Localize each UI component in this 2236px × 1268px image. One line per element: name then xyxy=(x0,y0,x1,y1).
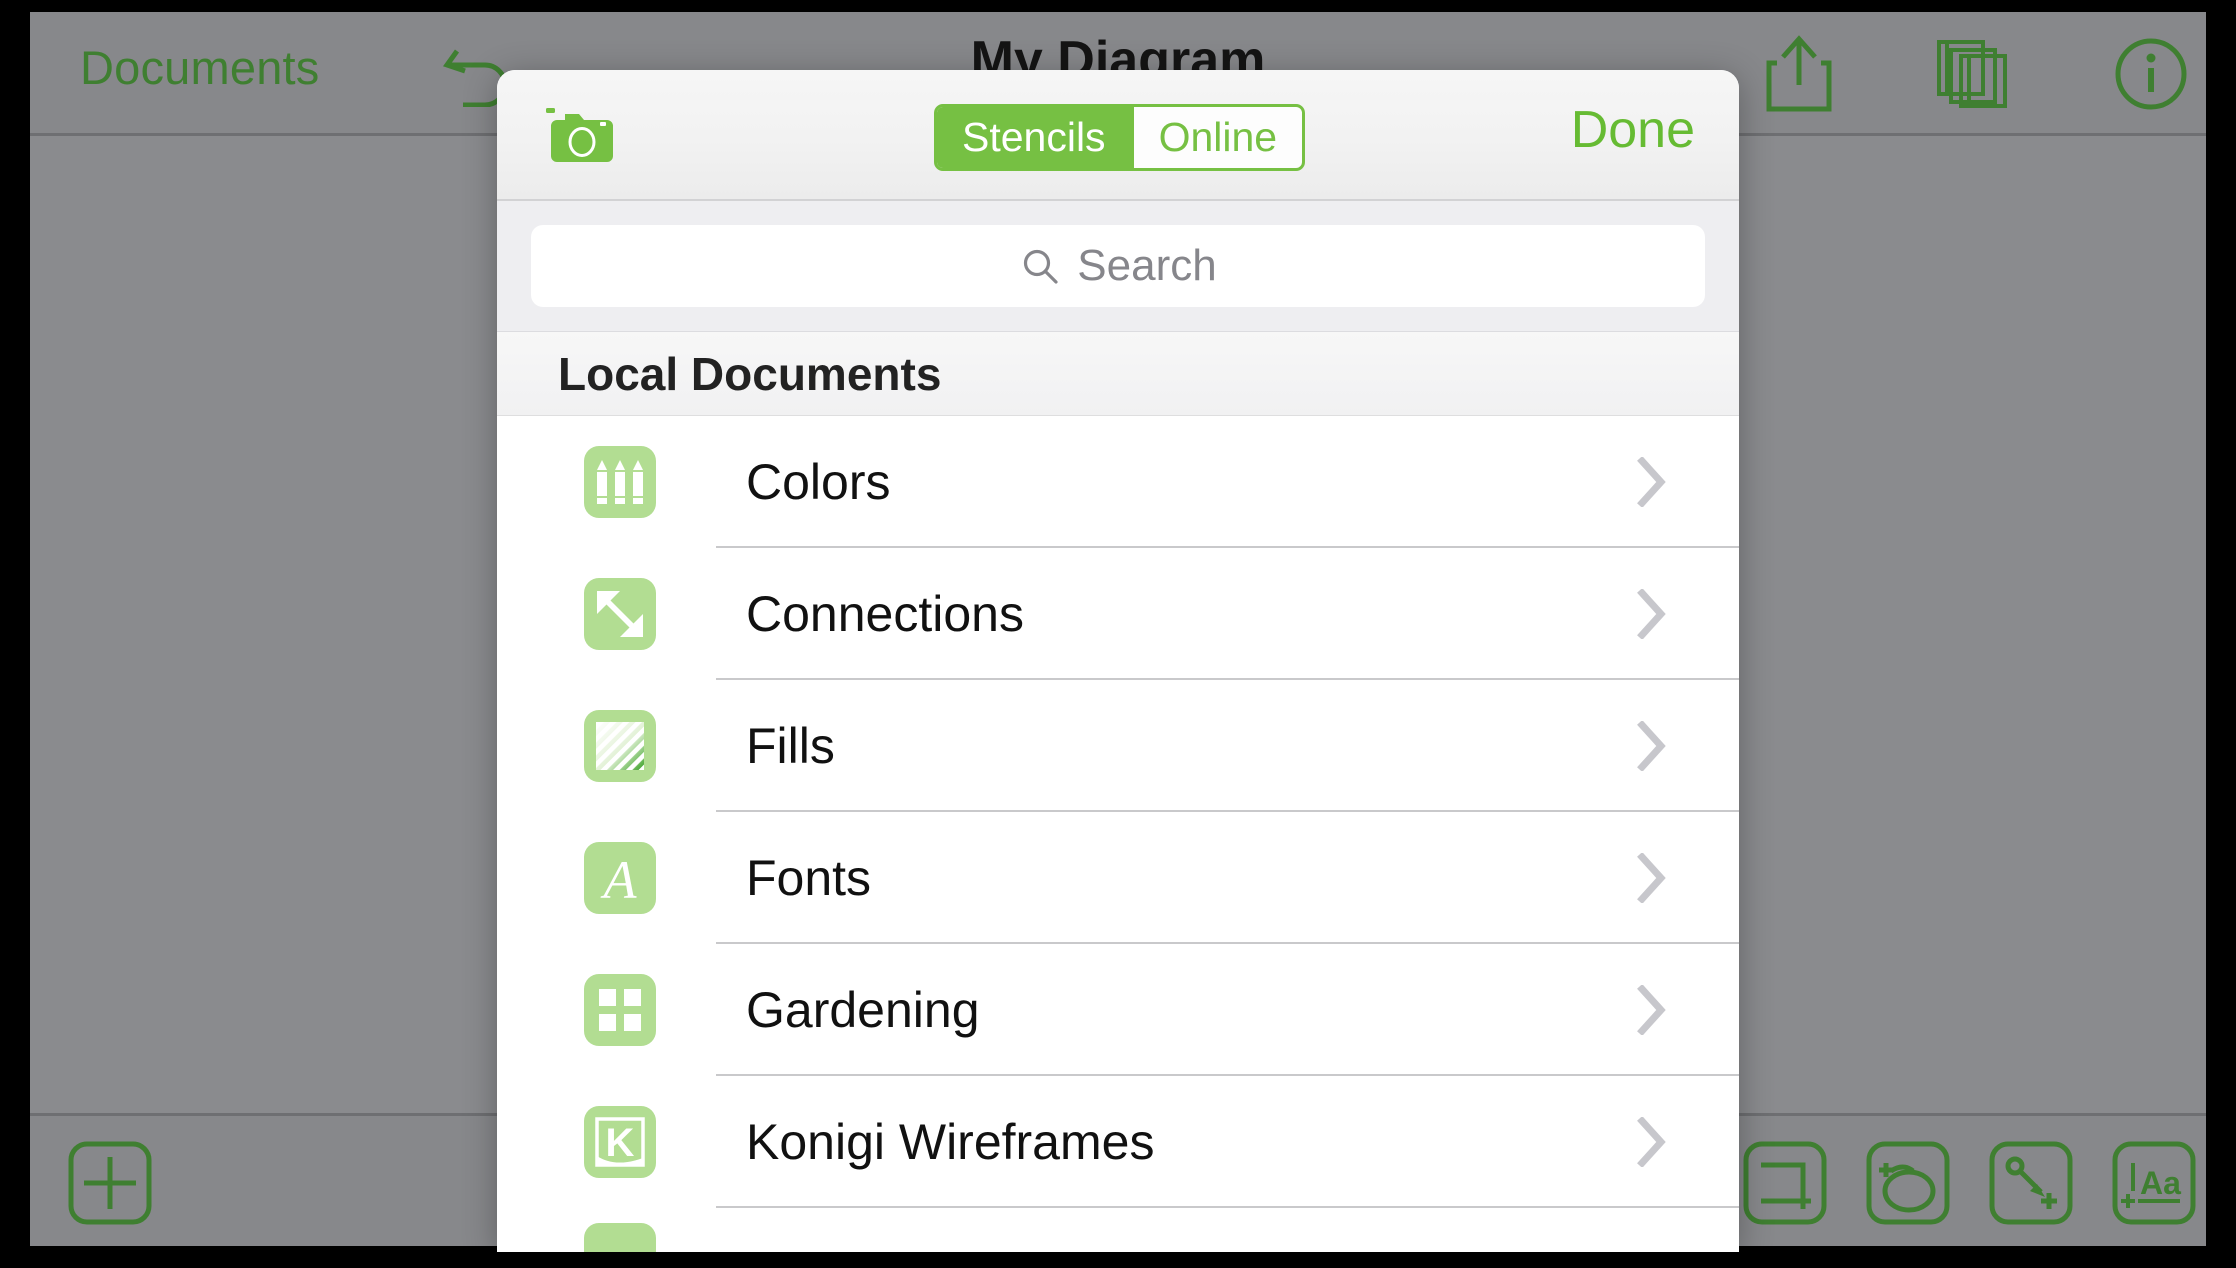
search-input[interactable]: Search xyxy=(531,225,1705,307)
source-segmented-control[interactable]: Stencils Online xyxy=(934,104,1306,171)
list-item[interactable]: Colors xyxy=(497,416,1739,548)
list-item-label: Colors xyxy=(746,454,891,510)
row-icon: K xyxy=(584,1106,656,1178)
search-bar: Search xyxy=(497,201,1739,332)
letter-k-icon: K xyxy=(595,1117,645,1167)
list-item[interactable]: Gardening xyxy=(497,944,1739,1076)
stripes-icon xyxy=(596,722,644,770)
svg-text:K: K xyxy=(606,1121,635,1165)
chevron-right-icon xyxy=(1637,457,1666,507)
search-placeholder: Search xyxy=(1077,241,1217,290)
row-icon xyxy=(584,974,656,1046)
add-rectangle-icon xyxy=(1743,1141,1827,1225)
row-icon xyxy=(584,446,656,518)
sheet-header: Stencils Online Done xyxy=(497,70,1739,201)
list-item[interactable]: A Fonts xyxy=(497,812,1739,944)
row-icon xyxy=(584,578,656,650)
row-icon xyxy=(584,710,656,782)
screen: Documents My Diagram Aa Stencils Online … xyxy=(0,0,2236,1268)
camera-button[interactable] xyxy=(545,106,615,168)
segment-stencils[interactable]: Stencils xyxy=(937,107,1131,168)
list-item-label: Konigi Wireframes xyxy=(746,1114,1155,1170)
done-button[interactable]: Done xyxy=(1571,100,1695,160)
stencil-list: Colors Connections Fills A Fonts Gardeni… xyxy=(497,416,1739,1252)
add-ellipse-icon xyxy=(1866,1141,1950,1225)
add-rectangle-button[interactable] xyxy=(1740,1138,1830,1228)
chevron-right-icon xyxy=(1637,853,1666,903)
svg-text:Aa: Aa xyxy=(2140,1165,2181,1201)
grid-squares-icon xyxy=(599,989,641,1031)
svg-text:A: A xyxy=(601,850,638,910)
crayons-icon xyxy=(597,460,643,504)
row-icon xyxy=(584,1223,656,1252)
stencil-browser-sheet: Stencils Online Done Search Local Docume… xyxy=(497,70,1739,1252)
add-text-icon: Aa xyxy=(2112,1141,2196,1225)
chevron-right-icon xyxy=(1637,1117,1666,1167)
letter-a-icon: A xyxy=(601,850,638,910)
section-header-label: Local Documents xyxy=(558,347,942,400)
add-text-button[interactable]: Aa xyxy=(2109,1138,2199,1228)
add-object-button[interactable] xyxy=(65,1138,155,1228)
chevron-right-icon xyxy=(1637,721,1666,771)
list-item[interactable]: K Konigi Wireframes xyxy=(497,1076,1739,1208)
add-ellipse-button[interactable] xyxy=(1863,1138,1953,1228)
camera-icon xyxy=(546,108,613,162)
segment-online[interactable]: Online xyxy=(1134,107,1303,168)
list-item-label: Connections xyxy=(746,586,1024,642)
add-line-button[interactable] xyxy=(1986,1138,2076,1228)
row-icon: A xyxy=(584,842,656,914)
list-item[interactable]: Connections xyxy=(497,548,1739,680)
list-item[interactable] xyxy=(497,1208,1739,1252)
list-item-label: Fonts xyxy=(746,850,872,906)
list-item[interactable]: Fills xyxy=(497,680,1739,812)
add-line-icon xyxy=(1989,1141,2073,1225)
plus-square-icon xyxy=(68,1141,152,1225)
chevron-right-icon xyxy=(1637,985,1666,1035)
list-item-label: Fills xyxy=(746,718,835,774)
list-item-label: Gardening xyxy=(746,982,980,1038)
chevron-right-icon xyxy=(1637,589,1666,639)
search-icon xyxy=(1024,249,1058,284)
section-header-local-documents: Local Documents xyxy=(497,332,1739,416)
diagonal-arrow-icon xyxy=(597,591,643,637)
